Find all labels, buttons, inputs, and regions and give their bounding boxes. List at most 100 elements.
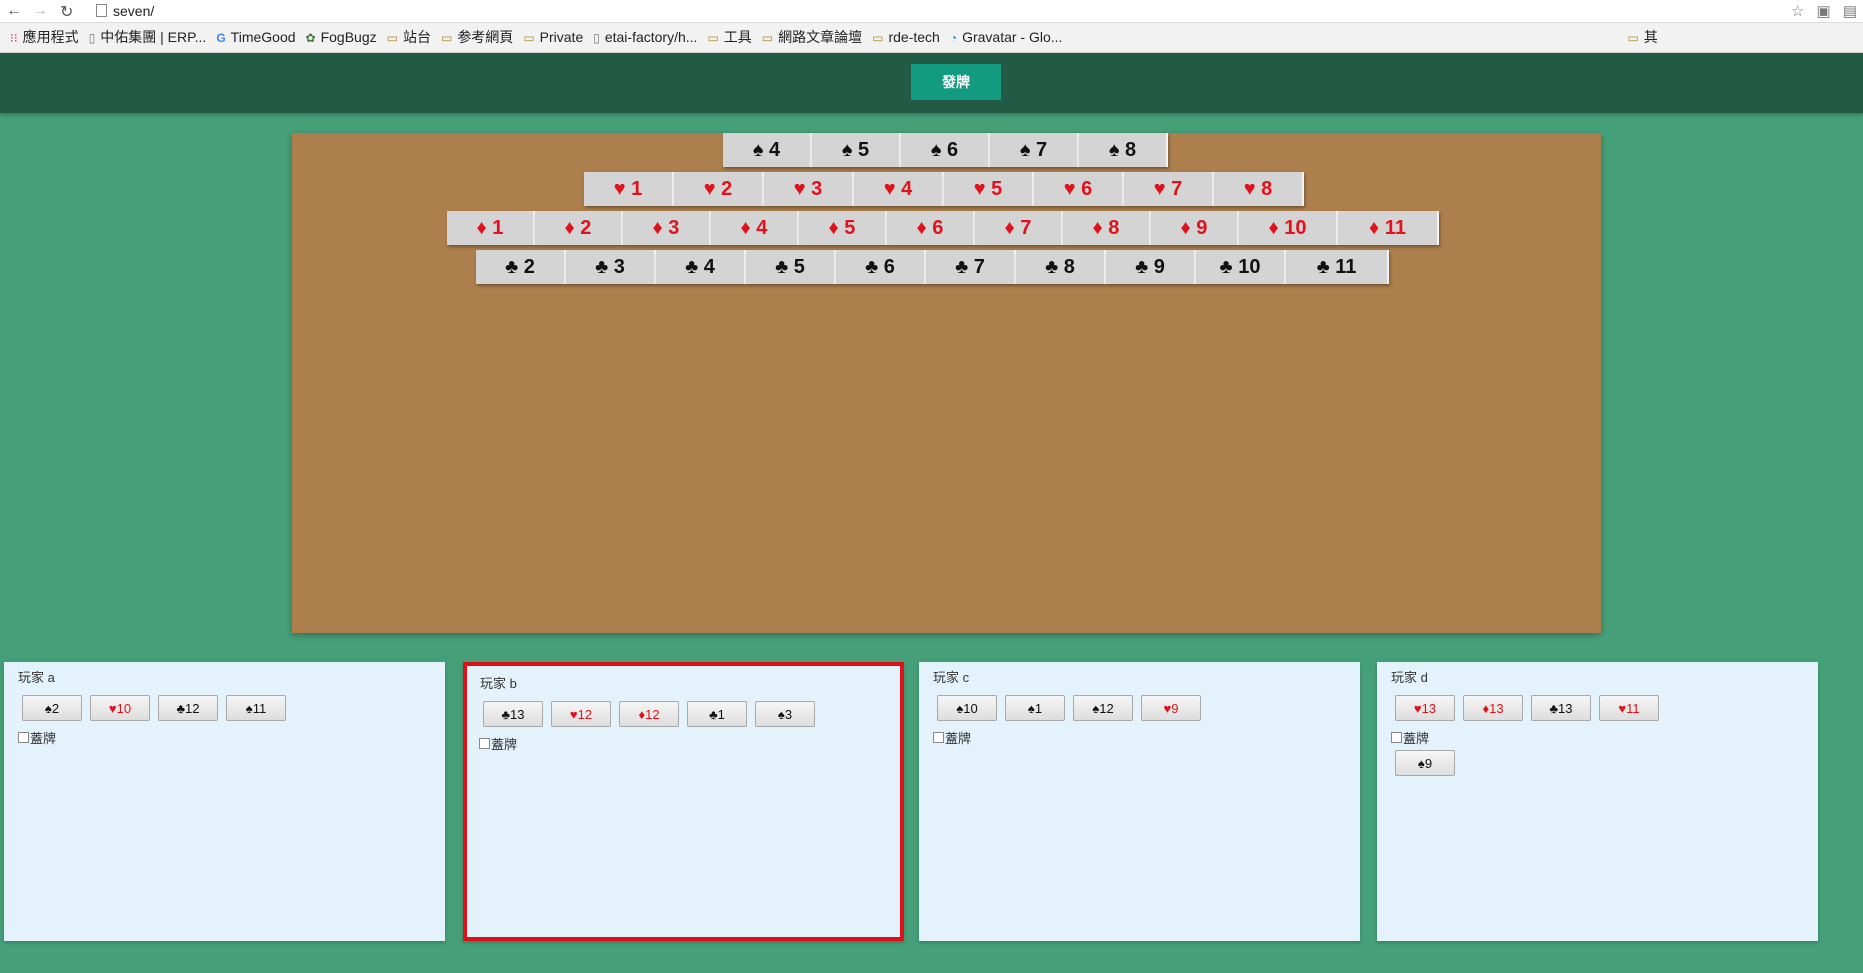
table-card: ♣ 6: [836, 250, 926, 284]
cover-option[interactable]: 蓋牌: [479, 734, 517, 753]
table-card: ♠ 7: [990, 133, 1079, 167]
table-card: ♦ 11: [1338, 211, 1439, 245]
table-card: ♦ 6: [887, 211, 975, 245]
bookmark-item[interactable]: G TimeGood: [216, 23, 296, 52]
hand-card-button[interactable]: ♦12: [619, 701, 679, 727]
table-card: ♣ 4: [656, 250, 746, 284]
cover-option[interactable]: 蓋牌: [933, 728, 971, 747]
folder-icon: ▭: [707, 31, 719, 45]
deal-button[interactable]: 發牌: [911, 64, 1001, 100]
hand-card-button[interactable]: ♥9: [1141, 695, 1201, 721]
table-card: ♦ 1: [447, 211, 535, 245]
table-row: ♦ 1 ♦ 2 ♦ 3 ♦ 4 ♦ 5 ♦ 6 ♦ 7 ♦ 8 ♦ 9 ♦ 10 ♦ 11: [447, 211, 1439, 245]
bookmark-item[interactable]: ▭ 站台: [387, 23, 431, 52]
app-header: 發牌: [0, 53, 1863, 113]
cover-checkbox[interactable]: [479, 738, 490, 749]
hand-card-button[interactable]: ♠1: [1005, 695, 1065, 721]
hand-card-button[interactable]: ♠3: [755, 701, 815, 727]
bookmark-label: Gravatar - Glo...: [962, 29, 1063, 45]
bookmark-label: 中佑集團 | ERP...: [100, 29, 207, 45]
forward-icon[interactable]: →: [32, 2, 48, 20]
table-card: ♦ 10: [1239, 211, 1338, 245]
table-card: ♣ 8: [1016, 250, 1106, 284]
hand-card-button[interactable]: ♣13: [1531, 695, 1591, 721]
table-card: ♦ 8: [1063, 211, 1151, 245]
bookmark-label: Private: [539, 29, 584, 45]
cover-option[interactable]: 蓋牌: [18, 728, 56, 747]
cover-checkbox[interactable]: [18, 732, 29, 743]
back-icon[interactable]: ←: [6, 2, 22, 20]
bookmark-item[interactable]: ⁝⁝ 應用程式: [10, 23, 79, 52]
bookmark-item[interactable]: ▭ 工具: [707, 23, 752, 52]
page-icon: ▯: [88, 31, 96, 45]
player-hand: ♣13 ♥12 ♦12 ♣1 ♠3: [483, 701, 823, 727]
table-card: ♠ 4: [723, 133, 812, 167]
bookmark-label: 参考網頁: [457, 29, 514, 45]
table-card: ♥ 1: [584, 172, 674, 206]
player-panel: 玩家 d ♥13 ♦13 ♣13 ♥11 蓋牌 ♠9: [1377, 662, 1818, 941]
bookmarks-bar: ⁝⁝ 應用程式 ▯ 中佑集團 | ERP... G TimeGood ✿ FogBugz ▭ 站台…: [0, 23, 1863, 53]
table-card: ♦ 7: [975, 211, 1063, 245]
bookmark-item[interactable]: ✿ FogBugz: [306, 23, 377, 52]
table-row: ♠ 4 ♠ 5 ♠ 6 ♠ 7 ♠ 8: [723, 133, 1168, 167]
bookmark-label: 其: [1643, 29, 1658, 45]
bookmark-label: TimeGood: [230, 29, 296, 45]
table-card: ♥ 3: [764, 172, 854, 206]
player-name: 玩家 d: [1391, 670, 1428, 685]
bookmark-item[interactable]: ▭ 網路文章論壇: [761, 23, 862, 52]
table-card: ♦ 4: [711, 211, 799, 245]
browser-toolbar: ☆ ▣ ▤: [1783, 2, 1857, 20]
bookmark-item[interactable]: ▭ Private: [523, 23, 584, 52]
player-hand: ♠10 ♠1 ♠12 ♥9: [937, 695, 1209, 721]
hand-card-button[interactable]: ♣13: [483, 701, 543, 727]
table-card: ♦ 3: [623, 211, 711, 245]
hand-card-button[interactable]: ♣1: [687, 701, 747, 727]
bookmark-item[interactable]: ▭ rde-tech: [872, 23, 940, 52]
table-card: ♥ 2: [674, 172, 764, 206]
bookmark-label: 站台: [402, 29, 431, 45]
folder-icon: ▭: [761, 31, 774, 45]
cover-option[interactable]: 蓋牌: [1391, 728, 1429, 747]
hand-card-button[interactable]: ♥13: [1395, 695, 1455, 721]
cover-checkbox[interactable]: [933, 732, 944, 743]
table-card: ♥ 8: [1214, 172, 1304, 206]
bookmark-item[interactable]: ▭ 参考網頁: [441, 23, 514, 52]
bookmark-item[interactable]: ▭ 其: [1627, 23, 1658, 52]
hand-card-button[interactable]: ♦13: [1463, 695, 1523, 721]
star-icon[interactable]: ☆: [1791, 2, 1804, 20]
bookmark-item[interactable]: ▯ etai-factory/h...: [593, 23, 698, 52]
cover-checkbox[interactable]: [1391, 732, 1402, 743]
gravatar-icon: ◔: [949, 31, 958, 45]
player-name: 玩家 c: [933, 670, 970, 685]
bookmark-item[interactable]: ◔ Gravatar - Glo...: [949, 23, 1063, 52]
table-card: ♦ 5: [799, 211, 887, 245]
reload-icon[interactable]: ↻: [60, 2, 73, 22]
page-icon: [96, 4, 107, 17]
url-field[interactable]: seven/: [96, 2, 1756, 20]
address-bar: ← → ↻ seven/ ☆ ▣ ▤: [0, 0, 1863, 23]
hand-card-button[interactable]: ♠10: [937, 695, 997, 721]
table-row: ♣ 2 ♣ 3 ♣ 4 ♣ 5 ♣ 6 ♣ 7 ♣ 8 ♣ 9 ♣ 10 ♣ 11: [476, 250, 1389, 284]
hand-card-button[interactable]: ♠11: [226, 695, 286, 721]
table-card: ♠ 6: [901, 133, 990, 167]
hand-card-button[interactable]: ♠2: [22, 695, 82, 721]
covered-card-button[interactable]: ♠9: [1395, 750, 1455, 776]
hand-card-button[interactable]: ♥12: [551, 701, 611, 727]
player-panel: 玩家 c ♠10 ♠1 ♠12 ♥9 蓋牌: [919, 662, 1360, 941]
bookmark-item[interactable]: ▯ 中佑集團 | ERP...: [88, 23, 207, 52]
hand-card-button[interactable]: ♥10: [90, 695, 150, 721]
hand-card-button[interactable]: ♥11: [1599, 695, 1659, 721]
page-icon: ▯: [593, 31, 600, 45]
player-name: 玩家 b: [480, 676, 517, 691]
extension-icon[interactable]: ▣: [1816, 2, 1830, 20]
hand-card-button[interactable]: ♣12: [158, 695, 218, 721]
table-card: ♥ 5: [944, 172, 1034, 206]
bookmark-label: 應用程式: [22, 29, 79, 45]
bookmark-label: rde-tech: [888, 29, 940, 45]
hand-card-button[interactable]: ♠12: [1073, 695, 1133, 721]
php-extension-icon[interactable]: ▤: [1843, 2, 1857, 20]
bookmark-label: etai-factory/h...: [604, 29, 698, 45]
bookmark-label: 工具: [723, 29, 752, 45]
player-name: 玩家 a: [18, 670, 55, 685]
player-panel: 玩家 a ♠2 ♥10 ♣12 ♠11 蓋牌: [4, 662, 445, 941]
